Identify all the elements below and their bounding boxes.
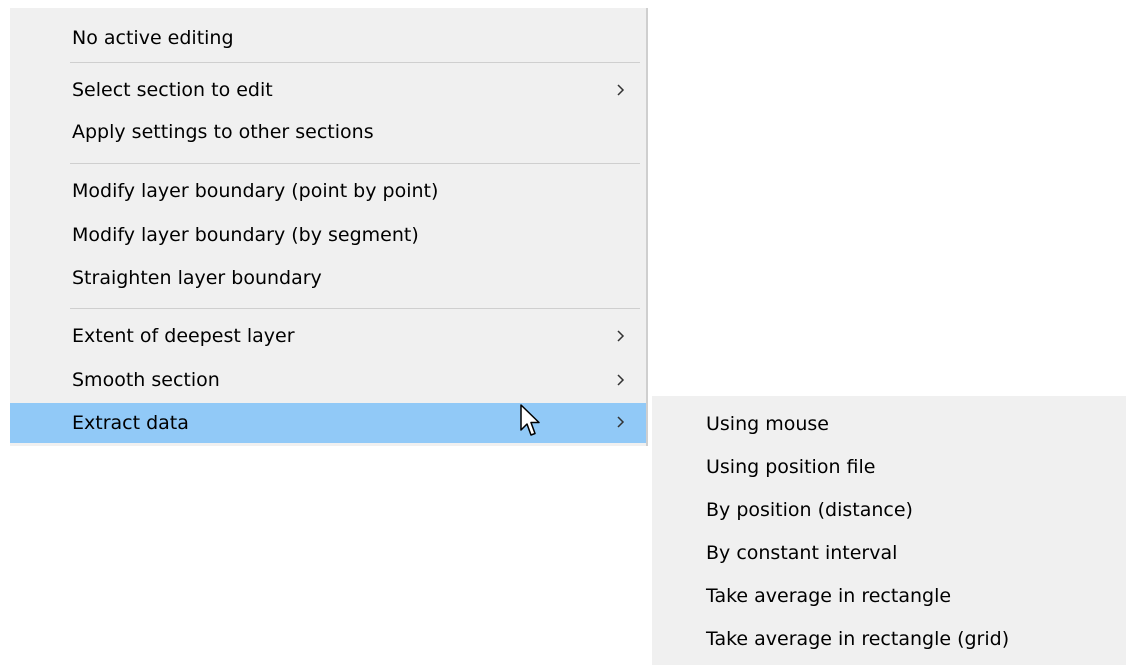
menu-item-label: Select section to edit bbox=[72, 79, 273, 101]
chevron-right-icon bbox=[614, 361, 628, 399]
menu-item-extent-of-deepest-layer[interactable]: Extent of deepest layer bbox=[10, 317, 646, 355]
menu-item-label: Modify layer boundary (by segment) bbox=[72, 224, 419, 246]
context-menu: No active editing Select section to edit… bbox=[10, 8, 648, 446]
extract-data-submenu: Using mouse Using position file By posit… bbox=[652, 396, 1126, 665]
menu-item-modify-by-segment[interactable]: Modify layer boundary (by segment) bbox=[10, 216, 646, 254]
submenu-item-label: By constant interval bbox=[706, 542, 898, 564]
menu-item-no-active-editing[interactable]: No active editing bbox=[10, 19, 646, 57]
menu-item-label: No active editing bbox=[72, 27, 234, 49]
submenu-item-using-mouse[interactable]: Using mouse bbox=[652, 405, 1126, 443]
menu-item-label: Extent of deepest layer bbox=[72, 325, 295, 347]
menu-item-label: Extract data bbox=[72, 412, 189, 434]
menu-item-label: Apply settings to other sections bbox=[72, 121, 374, 143]
menu-separator bbox=[70, 308, 640, 309]
submenu-item-label: Take average in rectangle (grid) bbox=[706, 628, 1010, 650]
submenu-item-label: By position (distance) bbox=[706, 499, 913, 521]
menu-item-extract-data[interactable]: Extract data bbox=[10, 403, 646, 443]
submenu-item-label: Using mouse bbox=[706, 413, 829, 435]
submenu-item-label: Using position file bbox=[706, 456, 876, 478]
menu-item-smooth-section[interactable]: Smooth section bbox=[10, 361, 646, 399]
menu-item-label: Modify layer boundary (point by point) bbox=[72, 180, 439, 202]
submenu-item-by-constant-interval[interactable]: By constant interval bbox=[652, 534, 1126, 572]
chevron-right-icon bbox=[614, 71, 628, 109]
chevron-right-icon bbox=[614, 403, 628, 441]
menu-item-modify-point-by-point[interactable]: Modify layer boundary (point by point) bbox=[10, 172, 646, 210]
submenu-item-by-position-distance[interactable]: By position (distance) bbox=[652, 491, 1126, 529]
submenu-item-average-in-rectangle-grid[interactable]: Take average in rectangle (grid) bbox=[652, 620, 1126, 658]
menu-item-label: Smooth section bbox=[72, 369, 220, 391]
submenu-item-label: Take average in rectangle bbox=[706, 585, 952, 607]
menu-separator bbox=[70, 163, 640, 164]
submenu-item-average-in-rectangle[interactable]: Take average in rectangle bbox=[652, 577, 1126, 615]
menu-separator bbox=[70, 62, 640, 63]
chevron-right-icon bbox=[614, 317, 628, 355]
arrow-cursor-icon bbox=[520, 404, 542, 445]
menu-item-select-section-to-edit[interactable]: Select section to edit bbox=[10, 71, 646, 109]
menu-item-label: Straighten layer boundary bbox=[72, 267, 322, 289]
submenu-item-using-position-file[interactable]: Using position file bbox=[652, 448, 1126, 486]
menu-item-straighten-boundary[interactable]: Straighten layer boundary bbox=[10, 259, 646, 297]
menu-item-apply-settings[interactable]: Apply settings to other sections bbox=[10, 113, 646, 151]
